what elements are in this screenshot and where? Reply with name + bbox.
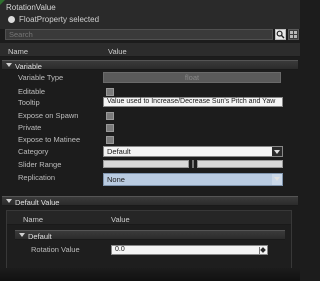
- section-default[interactable]: Default: [15, 230, 285, 241]
- category-combo[interactable]: Default: [103, 146, 283, 157]
- section-default-label: Default: [28, 232, 52, 241]
- section-variable-label: Variable: [15, 62, 42, 71]
- slider-range-separator: [192, 160, 194, 168]
- row-private: Private: [2, 122, 298, 133]
- collapse-arrow-icon[interactable]: [6, 63, 12, 67]
- chevron-down-icon[interactable]: [272, 147, 282, 156]
- rotation-value-text: 0.0: [115, 246, 125, 253]
- default-value-panel: Name Value Default Rotation Value 0.0: [6, 210, 292, 276]
- spin-handle-icon[interactable]: [259, 247, 266, 254]
- view-options-button[interactable]: [288, 29, 299, 40]
- category-value: Default: [107, 147, 131, 156]
- private-label: Private: [18, 123, 42, 132]
- row-variable-type: Variable Type float: [2, 72, 298, 83]
- row-editable: Editable: [2, 86, 298, 97]
- collapse-arrow-icon[interactable]: [19, 233, 25, 237]
- row-rotation-value: Rotation Value 0.0: [15, 244, 285, 255]
- expose-on-spawn-label: Expose on Spawn: [18, 111, 79, 120]
- variable-type-combo: float: [103, 72, 281, 83]
- row-expose-to-matinee: Expose to Matinee: [2, 134, 298, 145]
- row-slider-range: Slider Range: [2, 159, 298, 170]
- editable-checkbox[interactable]: [106, 88, 114, 96]
- chevron-down-icon[interactable]: [272, 174, 282, 185]
- collapse-arrow-icon[interactable]: [6, 199, 12, 203]
- window-title: RotationValue: [6, 3, 56, 12]
- details-title-bar: RotationValue FloatProperty selected: [0, 0, 300, 29]
- section-default-value-label: Default Value: [15, 198, 60, 207]
- column-header: Name Value: [0, 43, 300, 57]
- section-variable[interactable]: Variable: [2, 60, 298, 71]
- slider-range-label: Slider Range: [18, 160, 62, 169]
- replication-combo[interactable]: None: [103, 173, 283, 186]
- expose-on-spawn-checkbox[interactable]: [106, 112, 114, 120]
- rotation-value-label: Rotation Value: [31, 245, 80, 254]
- editable-label: Editable: [18, 87, 46, 96]
- expose-to-matinee-checkbox[interactable]: [106, 136, 114, 144]
- tooltip-input[interactable]: Value used to Increase/Decrease Sun's Pi…: [103, 97, 283, 107]
- dv-column-value-header: Value: [111, 215, 130, 224]
- replication-label: Replication: [18, 173, 56, 182]
- property-dot-icon: [8, 15, 15, 23]
- expose-to-matinee-label: Expose to Matinee: [18, 135, 81, 144]
- replication-value: None: [107, 175, 125, 184]
- search-bar: [2, 29, 299, 41]
- default-value-column-header: Name Value: [7, 211, 291, 225]
- section-default-value[interactable]: Default Value: [2, 196, 298, 207]
- row-expose-on-spawn: Expose on Spawn: [2, 110, 298, 121]
- tab-accent: [0, 0, 5, 5]
- row-category: Category Default: [2, 146, 298, 157]
- column-name-header: Name: [8, 47, 29, 56]
- category-label: Category: [18, 147, 49, 156]
- grid-icon: [290, 31, 293, 34]
- search-input[interactable]: [5, 29, 273, 40]
- panel-footer: [0, 268, 300, 281]
- selection-indicator: FloatProperty selected: [8, 14, 99, 24]
- variable-type-value: float: [184, 73, 200, 82]
- dv-column-name-header: Name: [23, 215, 44, 224]
- rotation-value-input[interactable]: 0.0: [111, 245, 268, 255]
- variable-type-label: Variable Type: [18, 73, 64, 82]
- tooltip-label: Tooltip: [18, 98, 40, 107]
- slider-range-max-input[interactable]: [197, 160, 283, 168]
- slider-range-min-input[interactable]: [103, 160, 189, 168]
- search-button[interactable]: [275, 29, 286, 40]
- search-icon: [276, 30, 285, 39]
- private-checkbox[interactable]: [106, 124, 114, 132]
- column-value-header: Value: [108, 47, 127, 56]
- row-replication: Replication None: [2, 172, 298, 186]
- selection-label: FloatProperty selected: [19, 14, 100, 24]
- row-tooltip: Tooltip Value used to Increase/Decrease …: [2, 97, 298, 108]
